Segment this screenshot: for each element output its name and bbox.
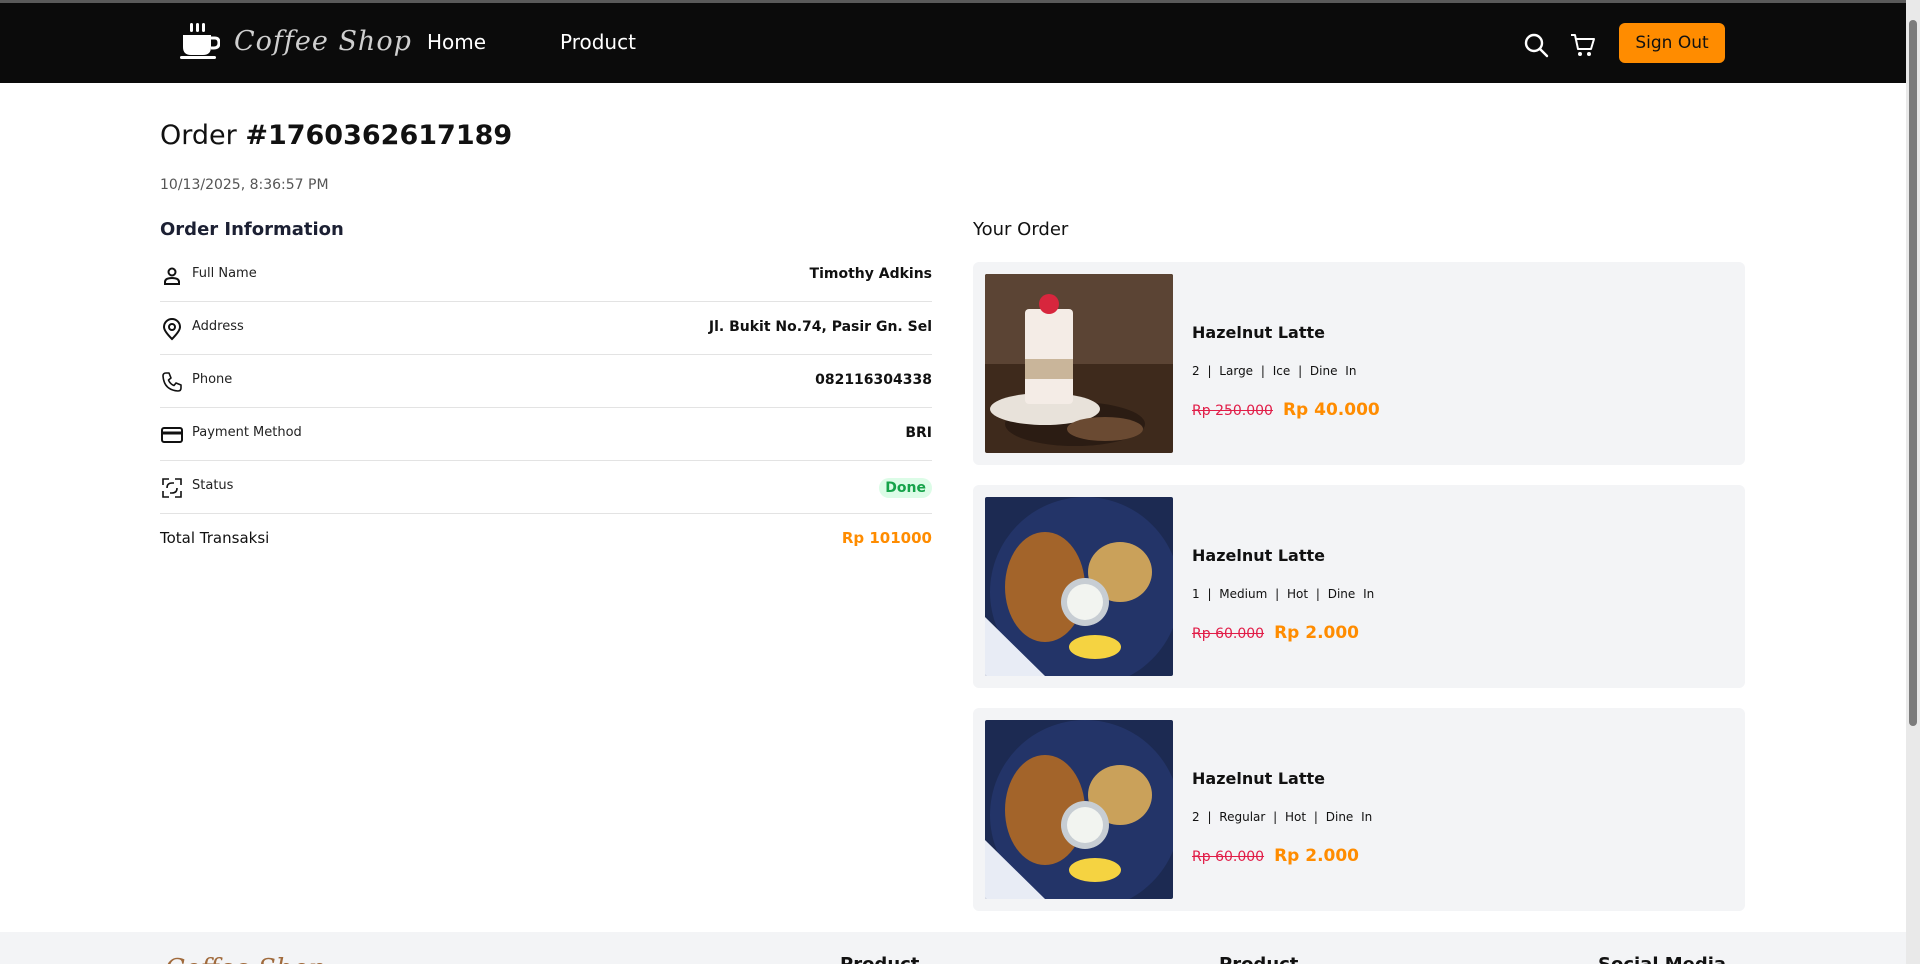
footer: Coffee Shop Product Product Social Media bbox=[0, 932, 1906, 964]
info-value: 082116304338 bbox=[815, 372, 932, 388]
item-prices: Rp 60.000 Rp 2.000 bbox=[1192, 846, 1359, 866]
info-label: Payment Method bbox=[192, 425, 302, 440]
dessert-drink-photo bbox=[985, 274, 1173, 453]
info-row-full-name: Full Name Timothy Adkins bbox=[160, 250, 932, 302]
info-label: Address bbox=[192, 319, 244, 334]
item-name: Hazelnut Latte bbox=[1192, 323, 1325, 342]
item-prices: Rp 60.000 Rp 2.000 bbox=[1192, 623, 1359, 643]
order-title: Order #1760362617189 bbox=[160, 120, 512, 151]
info-label: Phone bbox=[192, 372, 233, 387]
info-label: Status bbox=[192, 478, 234, 493]
nav-link-home[interactable]: Home bbox=[427, 30, 486, 54]
info-row-phone: Phone 082116304338 bbox=[160, 356, 932, 408]
item-new-price: Rp 2.000 bbox=[1274, 846, 1360, 866]
credit-card-icon bbox=[161, 427, 183, 443]
total-transaction-label: Total Transaksi bbox=[160, 529, 270, 547]
footer-column-heading: Product bbox=[1219, 954, 1298, 964]
coffee-cup-icon bbox=[180, 23, 220, 59]
order-information-heading: Order Information bbox=[160, 219, 344, 240]
info-row-payment-method: Payment Method BRI bbox=[160, 409, 932, 461]
order-date: 10/13/2025, 8:36:57 PM bbox=[160, 177, 329, 193]
order-item-card[interactable]: Hazelnut Latte 2 | Large | Ice | Dine In… bbox=[973, 262, 1745, 465]
nav-link-product[interactable]: Product bbox=[560, 30, 636, 54]
info-value: BRI bbox=[905, 425, 932, 441]
status-arrows-icon bbox=[162, 478, 182, 498]
location-pin-icon bbox=[162, 318, 182, 341]
item-name: Hazelnut Latte bbox=[1192, 769, 1325, 788]
phone-icon bbox=[162, 372, 182, 392]
scrollbar-thumb[interactable] bbox=[1909, 20, 1917, 726]
fried-food-plate-photo bbox=[985, 497, 1173, 676]
logo[interactable]: Coffee Shop bbox=[180, 21, 412, 61]
cart-icon[interactable] bbox=[1569, 31, 1597, 59]
info-value: Jl. Bukit No.74, Pasir Gn. Sel bbox=[708, 319, 932, 335]
info-row-status: Status Done bbox=[160, 462, 932, 514]
scrollbar[interactable] bbox=[1906, 0, 1920, 964]
your-order-heading: Your Order bbox=[973, 219, 1069, 240]
item-new-price: Rp 2.000 bbox=[1274, 623, 1360, 643]
item-old-price: Rp 60.000 bbox=[1192, 849, 1265, 865]
footer-column-heading: Social Media bbox=[1598, 954, 1726, 964]
footer-logo[interactable]: Coffee Shop bbox=[165, 954, 325, 964]
order-item-card[interactable]: Hazelnut Latte 1 | Medium | Hot | Dine I… bbox=[973, 485, 1745, 688]
item-old-price: Rp 60.000 bbox=[1192, 626, 1265, 642]
item-old-price: Rp 250.000 bbox=[1192, 403, 1273, 419]
info-value: Timothy Adkins bbox=[809, 266, 932, 282]
item-new-price: Rp 40.000 bbox=[1282, 400, 1380, 420]
order-title-label: Order bbox=[160, 120, 237, 151]
navbar: Coffee Shop Home Product Sign Out bbox=[0, 3, 1906, 83]
info-row-address: Address Jl. Bukit No.74, Pasir Gn. Sel bbox=[160, 303, 932, 355]
total-transaction-value: Rp 101000 bbox=[841, 529, 932, 547]
item-prices: Rp 250.000 Rp 40.000 bbox=[1192, 400, 1380, 420]
footer-column-heading: Product bbox=[840, 954, 919, 964]
item-name: Hazelnut Latte bbox=[1192, 546, 1325, 565]
fried-food-plate-photo bbox=[985, 720, 1173, 899]
info-label: Full Name bbox=[192, 266, 257, 281]
status-badge: Done bbox=[879, 478, 932, 498]
item-options: 2 | Large | Ice | Dine In bbox=[1192, 364, 1357, 378]
search-icon[interactable] bbox=[1522, 31, 1550, 59]
person-icon bbox=[164, 267, 180, 285]
item-options: 1 | Medium | Hot | Dine In bbox=[1192, 587, 1375, 601]
order-item-card[interactable]: Hazelnut Latte 2 | Regular | Hot | Dine … bbox=[973, 708, 1745, 911]
order-number: #1760362617189 bbox=[245, 120, 513, 151]
sign-out-button[interactable]: Sign Out bbox=[1619, 23, 1725, 63]
logo-text: Coffee Shop bbox=[234, 25, 412, 57]
item-options: 2 | Regular | Hot | Dine In bbox=[1192, 810, 1373, 824]
